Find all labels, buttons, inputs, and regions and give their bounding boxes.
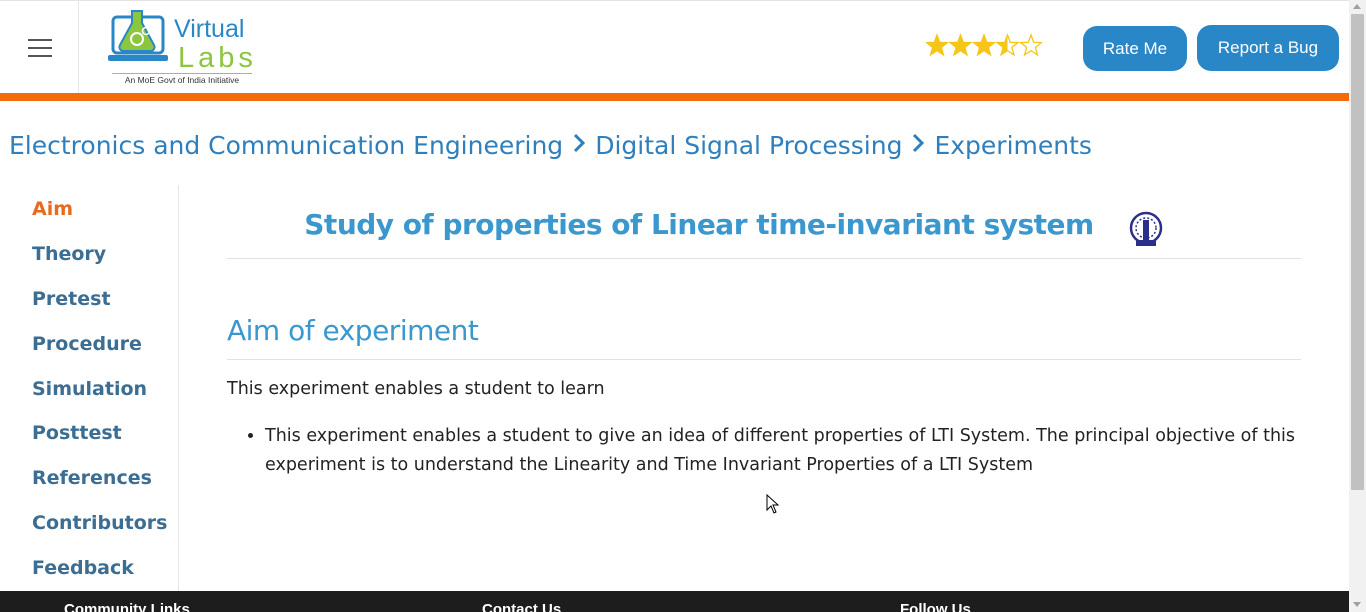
- star-icon[interactable]: [971, 33, 997, 57]
- site-footer: Community Links Contact Us Follow Us: [0, 591, 1349, 612]
- rating-stars[interactable]: [926, 32, 1042, 60]
- sidebar-item-simulation[interactable]: Simulation: [32, 378, 147, 400]
- breadcrumb-item-experiments[interactable]: Experiments: [934, 131, 1091, 160]
- breadcrumb: Electronics and Communication Engineerin…: [9, 125, 1092, 165]
- sidebar-item-procedure[interactable]: Procedure: [32, 333, 142, 355]
- star-icon[interactable]: [995, 33, 1020, 57]
- sidebar-item-pretest[interactable]: Pretest: [32, 288, 111, 310]
- logo-tagline: An MoE Govt of India Initiative: [112, 73, 252, 85]
- list-item: This experiment enables a student to giv…: [265, 422, 1301, 480]
- breadcrumb-item-lab[interactable]: Digital Signal Processing: [595, 131, 902, 160]
- sidebar-item-posttest[interactable]: Posttest: [32, 422, 122, 444]
- breadcrumb-item-department[interactable]: Electronics and Communication Engineerin…: [9, 131, 563, 160]
- site-header: Virtual Labs An MoE Govt of India Initia…: [0, 0, 1349, 94]
- footer-follow-us[interactable]: Follow Us: [900, 601, 971, 612]
- chevron-right-icon: [569, 131, 589, 160]
- experiment-sidebar: Aim Theory Pretest Procedure Simulation …: [0, 185, 179, 591]
- star-icon[interactable]: [926, 33, 950, 57]
- footer-community-links[interactable]: Community Links: [64, 601, 190, 612]
- aim-divider: [227, 359, 1301, 360]
- scrollbar-thumb[interactable]: [1351, 14, 1364, 490]
- header-accent-bar: [0, 93, 1349, 101]
- rate-me-button[interactable]: Rate Me: [1083, 26, 1187, 71]
- scroll-down-arrow-icon[interactable]: [1353, 602, 1361, 607]
- sidebar-item-aim[interactable]: Aim: [32, 198, 73, 220]
- report-bug-button[interactable]: Report a Bug: [1197, 25, 1339, 71]
- aim-heading: Aim of experiment: [227, 314, 479, 347]
- mouse-cursor-icon: [766, 494, 780, 514]
- logo-text-bottom: Labs: [178, 42, 256, 74]
- hamburger-menu-icon[interactable]: [0, 1, 79, 93]
- star-icon[interactable]: [1018, 33, 1042, 57]
- aim-bullet-list: This experiment enables a student to giv…: [227, 422, 1301, 480]
- sidebar-item-contributors[interactable]: Contributors: [32, 512, 167, 534]
- institute-emblem-icon: [1129, 211, 1163, 246]
- sidebar-item-feedback[interactable]: Feedback: [32, 557, 134, 579]
- chevron-right-icon: [908, 131, 928, 160]
- title-divider: [227, 258, 1301, 259]
- logo-text-top: Virtual: [174, 15, 244, 43]
- experiment-title: Study of properties of Linear time-invar…: [304, 208, 1094, 241]
- aim-intro-text: This experiment enables a student to lea…: [227, 379, 605, 399]
- sidebar-item-theory[interactable]: Theory: [32, 243, 106, 265]
- star-icon[interactable]: [948, 33, 973, 57]
- sidebar-item-references[interactable]: References: [32, 467, 152, 489]
- scroll-up-arrow-icon[interactable]: [1353, 4, 1361, 9]
- footer-contact-us[interactable]: Contact Us: [482, 601, 561, 612]
